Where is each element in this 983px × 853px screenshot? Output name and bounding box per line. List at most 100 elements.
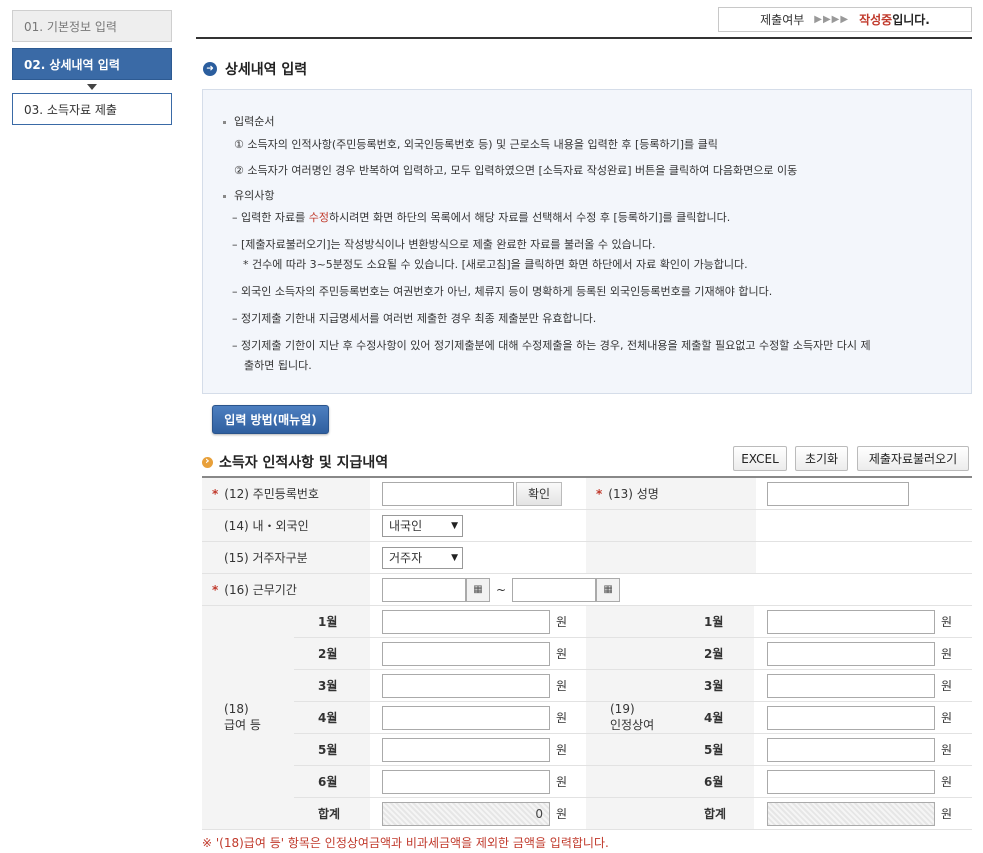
header-divider [196, 37, 972, 39]
load-submitted-data-button[interactable]: 제출자료불러오기 [857, 446, 969, 471]
bonus-month-input[interactable] [767, 641, 935, 666]
bonus-month-input[interactable] [767, 769, 935, 794]
section-title: ➜ 상세내역 입력 [203, 59, 307, 79]
period-start-input[interactable] [382, 577, 466, 602]
bullet-icon [223, 120, 226, 124]
step-down-arrow-icon [87, 84, 97, 90]
step-label: 01. 기본정보 입력 [24, 19, 117, 34]
sub-title-text: 소득자 인적사항 및 지급내역 [219, 455, 389, 471]
month-label: 2월 [678, 638, 754, 669]
order-title: 입력순서 [223, 115, 274, 129]
salary-month-cell: 원 [382, 638, 567, 669]
salary-month-input[interactable] [382, 673, 550, 698]
submission-status: 제출여부 ▶▶▶▶ 작성중 입니다. [718, 7, 972, 32]
salary-month-input[interactable] [382, 705, 550, 730]
chevron-down-icon: ▼ [451, 552, 458, 563]
calendar-icon[interactable]: ▦ [596, 577, 621, 602]
bonus-month-cell: 원 [767, 734, 952, 765]
step-income-submit[interactable]: 03. 소득자료 제출 [12, 93, 172, 125]
rrn-confirm-button[interactable]: 확인 [516, 481, 562, 506]
nationality-value: 내국인 [389, 519, 423, 533]
notice-1: – 입력한 자료를 수정하시려면 화면 하단의 목록에서 해당 자료를 선택해서… [232, 211, 731, 224]
notice-5-cont: 출하면 됩니다. [244, 359, 312, 372]
salary-month-cell: 원 [382, 766, 567, 797]
residence-value: 거주자 [389, 551, 423, 565]
order-step-1: ① 소득자의 인적사항(주민등록번호, 외국인등록번호 등) 및 근로소득 내용… [234, 138, 718, 151]
salary-month-cell: 원 [382, 734, 567, 765]
name-input[interactable] [767, 481, 909, 506]
salary-month-input[interactable] [382, 769, 550, 794]
step-basic-info[interactable]: 01. 기본정보 입력 [12, 10, 172, 42]
income-form: * (12) 주민등록번호 확인 * (13) 성명 (14) 내・외국인 내국인 ▼… [202, 476, 972, 830]
row-month: 6월 원 6월 원 [294, 766, 972, 798]
step-label: 03. 소득자료 제출 [24, 102, 117, 117]
name-cell [767, 478, 909, 509]
bonus-total-cell: 원 [767, 798, 952, 829]
residence-select[interactable]: 거주자 ▼ [382, 546, 463, 569]
rrn-input[interactable] [382, 481, 514, 506]
month-label: 4월 [678, 702, 754, 733]
row-month: 4월 원 4월 원 [294, 702, 972, 734]
manual-button[interactable]: 입력 방법(매뉴얼) [212, 405, 329, 434]
bonus-month-cell: 원 [767, 670, 952, 701]
notice-3: – 외국인 소득자의 주민등록번호는 여권번호가 아닌, 체류지 등이 명확하게… [232, 285, 773, 298]
row-rrn-name: * (12) 주민등록번호 확인 * (13) 성명 [202, 478, 972, 510]
bullet-icon [223, 194, 226, 198]
bullet-circle-icon [202, 454, 213, 468]
salary-month-cell: 원 [382, 702, 567, 733]
footnote: ※ '(18)급여 등' 항목은 인정상여금액과 비과세금액을 제외한 금액을 … [202, 836, 609, 850]
nationality-select[interactable]: 내국인 ▼ [382, 514, 463, 537]
row-period: * (16) 근무기간 ▦ ~ ▦ [202, 574, 972, 606]
calendar-icon[interactable]: ▦ [466, 577, 490, 602]
notice-title: 유의사항 [223, 189, 274, 203]
status-state: 작성중 [859, 13, 893, 27]
salary-total-input: 0 [382, 801, 550, 826]
sub-title: 소득자 인적사항 및 지급내역 [202, 452, 388, 472]
month-label: 1월 [294, 606, 370, 637]
row-month: 3월 원 3월 원 [294, 670, 972, 702]
month-label: 5월 [294, 734, 370, 765]
period-end-input[interactable] [512, 577, 597, 602]
rrn-cell: 확인 [382, 478, 562, 509]
bonus-total-input [767, 801, 935, 826]
month-label: 2월 [294, 638, 370, 669]
row-month: 5월 원 5월 원 [294, 734, 972, 766]
notice-2-sub: * 건수에 따라 3~5분정도 소요될 수 있습니다. [새로고침]을 클릭하면… [243, 258, 748, 271]
excel-button[interactable]: EXCEL [733, 446, 787, 471]
nationality-cell: 내국인 ▼ [382, 510, 463, 541]
bonus-month-cell: 원 [767, 766, 952, 797]
status-label: 제출여부 [760, 13, 805, 27]
empty-label [586, 542, 756, 573]
chevron-down-icon: ▼ [451, 520, 458, 531]
bonus-month-input[interactable] [767, 705, 935, 730]
month-label: 합계 [678, 798, 754, 829]
section-title-text: 상세내역 입력 [225, 62, 308, 78]
row-nationality: (14) 내・외국인 내국인 ▼ [202, 510, 972, 542]
nationality-label: (14) 내・외국인 [202, 510, 370, 541]
row-month: 2월 원 2월 원 [294, 638, 972, 670]
month-label: 6월 [294, 766, 370, 797]
bonus-month-input[interactable] [767, 737, 935, 762]
status-suffix: 입니다. [892, 13, 930, 27]
step-detail-input[interactable]: 02. 상세내역 입력 [12, 48, 172, 80]
rrn-label: * (12) 주민등록번호 [202, 478, 370, 509]
salary-month-input[interactable] [382, 737, 550, 762]
notice-5: – 정기제출 기한이 지난 후 수정사항이 있어 정기제출분에 대해 수정제출을… [232, 339, 871, 352]
arrow-right-circle-icon: ➜ [203, 62, 217, 76]
step-label: 02. 상세내역 입력 [24, 57, 120, 72]
salary-month-cell: 원 [382, 606, 567, 637]
bonus-month-input[interactable] [767, 673, 935, 698]
month-label: 6월 [678, 766, 754, 797]
row-residence: (15) 거주자구분 거주자 ▼ [202, 542, 972, 574]
period-tilde: ~ [496, 582, 507, 597]
salary-total-cell: 0원 [382, 798, 567, 829]
status-arrows-icon: ▶▶▶▶ [814, 14, 850, 25]
row-month: 1월 원 1월 원 [294, 606, 972, 638]
salary-month-input[interactable] [382, 609, 550, 634]
bonus-month-input[interactable] [767, 609, 935, 634]
salary-label: (18) 급여 등 [202, 606, 294, 830]
month-label: 1월 [678, 606, 754, 637]
period-label: * (16) 근무기간 [202, 574, 370, 605]
salary-month-input[interactable] [382, 641, 550, 666]
reset-button[interactable]: 초기화 [795, 446, 848, 471]
